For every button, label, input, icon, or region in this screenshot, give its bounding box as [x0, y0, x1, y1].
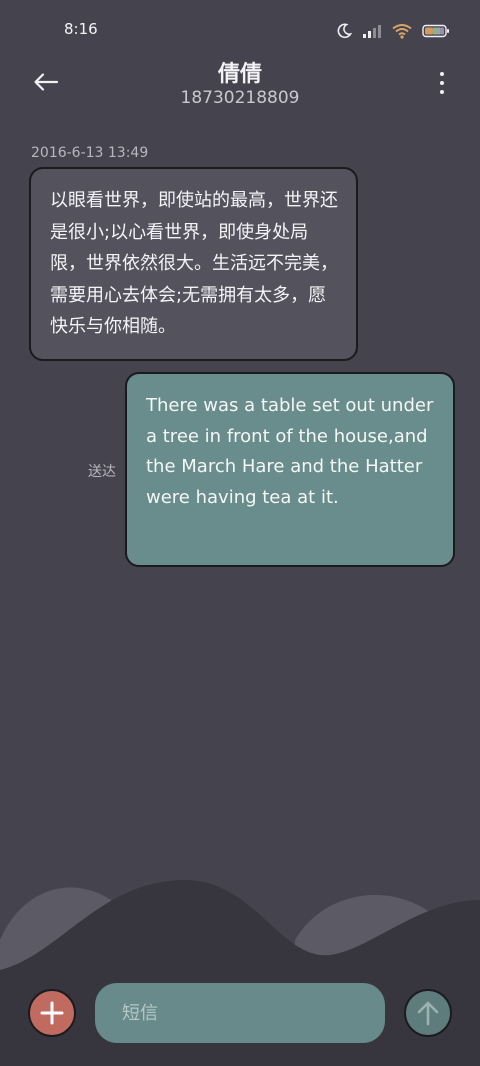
moon-icon [336, 23, 352, 39]
plus-icon [40, 1001, 64, 1025]
signal-icon [362, 23, 382, 39]
message-timestamp: 2016-6-13 13:49 [31, 145, 149, 161]
add-attachment-button[interactable] [28, 989, 76, 1037]
status-icons [336, 20, 450, 42]
contact-number: 18730218809 [180, 88, 300, 108]
outgoing-message-bubble[interactable]: There was a table set out under a tree i… [125, 372, 455, 567]
incoming-message-bubble[interactable]: 以眼看世界，即使站的最高，世界还是很小;以心看世界，即使身处局限，世界依然很大。… [29, 167, 358, 361]
delivery-status: 送达 [88, 464, 116, 480]
sms-conversation-screen: 8:16 倩倩 18730218809 2016-6-13 13:49 以眼看世… [0, 0, 480, 1066]
more-vertical-icon [440, 72, 444, 76]
contact-name: 倩倩 [217, 62, 262, 87]
status-time: 8:16 [64, 20, 98, 38]
more-options-button[interactable] [434, 70, 450, 96]
sms-input[interactable] [95, 983, 385, 1043]
battery-icon [422, 24, 450, 38]
conversation-header: 倩倩 18730218809 [0, 50, 480, 120]
wifi-icon [392, 23, 412, 39]
send-arrow-up-icon [417, 1001, 439, 1026]
send-button[interactable] [404, 989, 452, 1037]
